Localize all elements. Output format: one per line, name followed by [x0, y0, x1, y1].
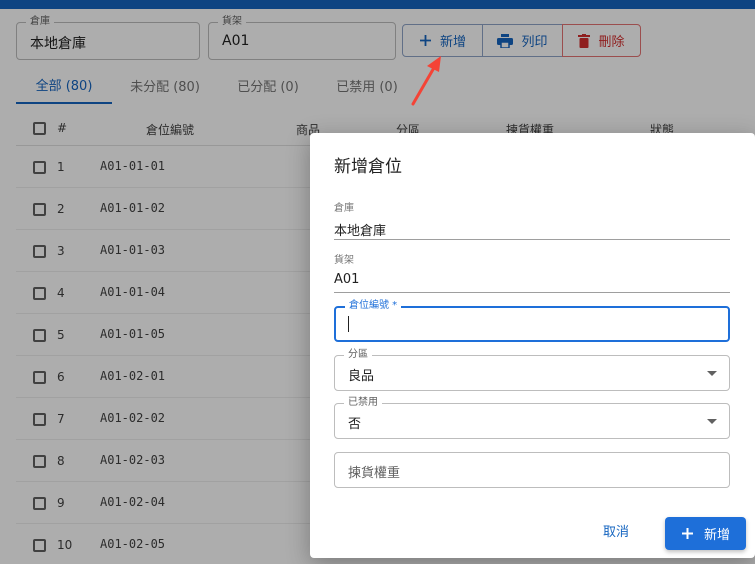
submit-add-label: 新增: [703, 528, 730, 543]
pick-weight-input[interactable]: 揀貨權重: [334, 452, 730, 488]
dialog-shelf-value: A01: [334, 272, 360, 287]
pick-weight-placeholder: 揀貨權重: [348, 466, 401, 481]
dialog-shelf-label: 貨架: [334, 255, 354, 266]
zone-select-value: 良品: [348, 369, 375, 384]
zone-select[interactable]: 分區 良品: [334, 348, 730, 391]
plus-icon: [681, 528, 693, 539]
disabled-select[interactable]: 已禁用 否: [334, 396, 730, 439]
caret-down-icon: [707, 419, 717, 424]
caret-down-icon: [707, 371, 717, 376]
text-cursor: [348, 316, 349, 332]
cancel-button[interactable]: 取消: [603, 521, 629, 540]
zone-select-label: 分區: [344, 348, 372, 362]
dialog-warehouse-label: 倉庫: [334, 203, 354, 214]
dialog-warehouse-field: 倉庫 本地倉庫: [334, 199, 730, 240]
disabled-select-value: 否: [348, 417, 362, 432]
annotation-arrow-icon: [411, 56, 441, 106]
dialog-shelf-field: 貨架 A01: [334, 251, 730, 293]
bin-code-input[interactable]: 倉位編號 *: [334, 299, 730, 342]
bin-code-label: 倉位編號 *: [345, 299, 402, 313]
disabled-select-label: 已禁用: [344, 396, 382, 410]
dialog-warehouse-value: 本地倉庫: [334, 224, 387, 239]
dialog-title: 新增倉位: [334, 157, 402, 177]
submit-add-button[interactable]: 新增: [665, 517, 746, 550]
add-bin-dialog: 新增倉位 倉庫 本地倉庫 貨架 A01 倉位編號 * 分區 良品 已禁用 否 揀…: [310, 133, 755, 558]
